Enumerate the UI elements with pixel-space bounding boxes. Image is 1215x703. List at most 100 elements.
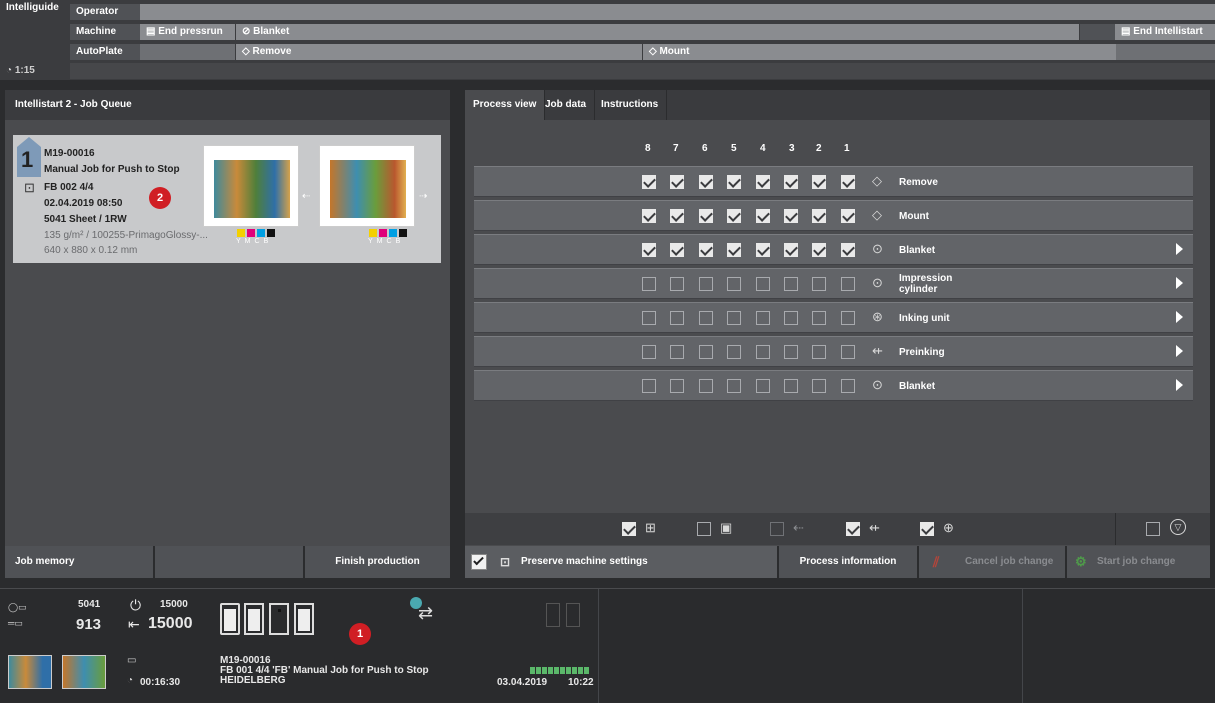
unit-7-checkbox[interactable] [670, 175, 684, 189]
unit-7-checkbox[interactable] [670, 379, 684, 393]
job-memory-button[interactable]: Job memory [5, 546, 153, 578]
unit-7-checkbox[interactable] [670, 311, 684, 325]
unit-5-checkbox[interactable] [727, 209, 741, 223]
unit-5-checkbox[interactable] [727, 243, 741, 257]
unit-2-checkbox[interactable] [812, 243, 826, 257]
mount-item[interactable]: ◇ Mount [643, 44, 1116, 60]
unit-4-checkbox[interactable] [756, 175, 770, 189]
row-label: Blanket [899, 245, 936, 256]
expand-arrow-icon[interactable] [1176, 243, 1183, 255]
unit-8-checkbox[interactable] [642, 209, 656, 223]
process-row-blanket[interactable]: ⊙ Blanket [474, 234, 1193, 265]
process-row-inking-unit[interactable]: ⊛ Inking unit [474, 302, 1193, 333]
job-change-icon[interactable]: ⇄ [418, 603, 433, 624]
unit-1-checkbox[interactable] [841, 277, 855, 291]
unit-1-checkbox[interactable] [841, 243, 855, 257]
back-side-mini-thumbnail [62, 655, 106, 689]
process-row-remove[interactable]: ◇ Remove [474, 166, 1193, 197]
expand-arrow-icon[interactable] [1176, 345, 1183, 357]
unit-1-checkbox[interactable] [841, 311, 855, 325]
cancel-job-change-button[interactable]: ⫽ Cancel job change [919, 546, 1065, 578]
unit-2-checkbox[interactable] [812, 209, 826, 223]
process-row-impression-cylinder[interactable]: ⊙ Impression cylinder [474, 268, 1193, 299]
unit-6-checkbox[interactable] [699, 175, 713, 189]
unit-6-checkbox[interactable] [699, 209, 713, 223]
toolbar-checkbox-6[interactable] [1146, 522, 1160, 536]
expand-arrow-icon[interactable] [1176, 277, 1183, 289]
speed-set: 15000 [160, 599, 188, 610]
unit-5-checkbox[interactable] [727, 277, 741, 291]
unit-7-checkbox[interactable] [670, 209, 684, 223]
unit-1-checkbox[interactable] [841, 175, 855, 189]
unit-6-checkbox[interactable] [699, 311, 713, 325]
unit-4-checkbox[interactable] [756, 345, 770, 359]
tab-process-view[interactable]: Process view [465, 90, 546, 120]
end-pressrun-item[interactable]: ▤ End pressrun [140, 24, 235, 40]
unit-8-checkbox[interactable] [642, 345, 656, 359]
toolbar-checkbox-4[interactable] [846, 522, 860, 536]
unit-8-checkbox[interactable] [642, 379, 656, 393]
unit-8-checkbox[interactable] [642, 277, 656, 291]
unit-4-checkbox[interactable] [756, 277, 770, 291]
process-row-blanket[interactable]: ⊙ Blanket [474, 370, 1193, 401]
empty-button[interactable] [155, 546, 303, 578]
remove-item[interactable]: ◇ Remove [236, 44, 642, 60]
unit-6-checkbox[interactable] [699, 277, 713, 291]
tab-instructions[interactable]: Instructions [593, 90, 668, 120]
unit-1-checkbox[interactable] [841, 345, 855, 359]
unit-7-checkbox[interactable] [670, 243, 684, 257]
unit-1-checkbox[interactable] [841, 209, 855, 223]
unit-2-checkbox[interactable] [812, 379, 826, 393]
process-row-mount[interactable]: ◇ Mount [474, 200, 1193, 231]
unit-2-checkbox[interactable] [812, 345, 826, 359]
unit-5-checkbox[interactable] [727, 175, 741, 189]
unit-2-checkbox[interactable] [812, 175, 826, 189]
unit-6-checkbox[interactable] [699, 379, 713, 393]
unit-6-checkbox[interactable] [699, 345, 713, 359]
unit-7-checkbox[interactable] [670, 345, 684, 359]
unit-4-checkbox[interactable] [756, 379, 770, 393]
unit-3-checkbox[interactable] [784, 311, 798, 325]
unit-3-checkbox[interactable] [784, 277, 798, 291]
toolbar-checkbox-3[interactable] [770, 522, 784, 536]
stop-icon[interactable]: ▽ [1170, 519, 1186, 535]
unit-2-checkbox[interactable] [812, 311, 826, 325]
unit-3-checkbox[interactable] [784, 345, 798, 359]
unit-5-checkbox[interactable] [727, 345, 741, 359]
unit-5-checkbox[interactable] [727, 379, 741, 393]
unit-3-checkbox[interactable] [784, 209, 798, 223]
process-row-preinking[interactable]: ⇷ Preinking [474, 336, 1193, 367]
unit-4-checkbox[interactable] [756, 311, 770, 325]
unit-8-checkbox[interactable] [642, 175, 656, 189]
end-intellistart-item[interactable]: ▤ End Intellistart [1115, 24, 1215, 40]
preserve-checkbox[interactable] [471, 554, 487, 570]
tab-job-data[interactable]: Job data [537, 90, 596, 120]
unit-3-checkbox[interactable] [784, 175, 798, 189]
unit-7-checkbox[interactable] [670, 277, 684, 291]
toolbar-checkbox-2[interactable] [697, 522, 711, 536]
preserve-settings-button[interactable]: ⊡ Preserve machine settings [465, 546, 777, 578]
finish-production-button[interactable]: Finish production [305, 546, 450, 578]
divider [1022, 589, 1023, 703]
comment-icon[interactable]: ▭ [127, 655, 136, 666]
process-information-button[interactable]: Process information [779, 546, 917, 578]
expand-arrow-icon[interactable] [1176, 379, 1183, 391]
blanket-item[interactable]: ⊘ Blanket [236, 24, 1079, 40]
unit-3-checkbox[interactable] [784, 243, 798, 257]
toolbar-checkbox-5[interactable] [920, 522, 934, 536]
expand-arrow-icon[interactable] [1176, 311, 1183, 323]
unit-2-checkbox[interactable] [812, 277, 826, 291]
toolbar-checkbox-1[interactable] [622, 522, 636, 536]
unit-5-checkbox[interactable] [727, 311, 741, 325]
start-job-change-button[interactable]: ⚙ Start job change [1067, 546, 1210, 578]
unit-4-checkbox[interactable] [756, 243, 770, 257]
unit-1-checkbox[interactable] [841, 379, 855, 393]
unit-8-checkbox[interactable] [642, 311, 656, 325]
row-label-autoplate: AutoPlate [70, 44, 140, 60]
job-card[interactable]: 1 M19-00016 Manual Job for Push to Stop … [13, 135, 441, 263]
unit-8-checkbox[interactable] [642, 243, 656, 257]
unit-4-checkbox[interactable] [756, 209, 770, 223]
row-label: Blanket [899, 381, 936, 392]
unit-3-checkbox[interactable] [784, 379, 798, 393]
unit-6-checkbox[interactable] [699, 243, 713, 257]
